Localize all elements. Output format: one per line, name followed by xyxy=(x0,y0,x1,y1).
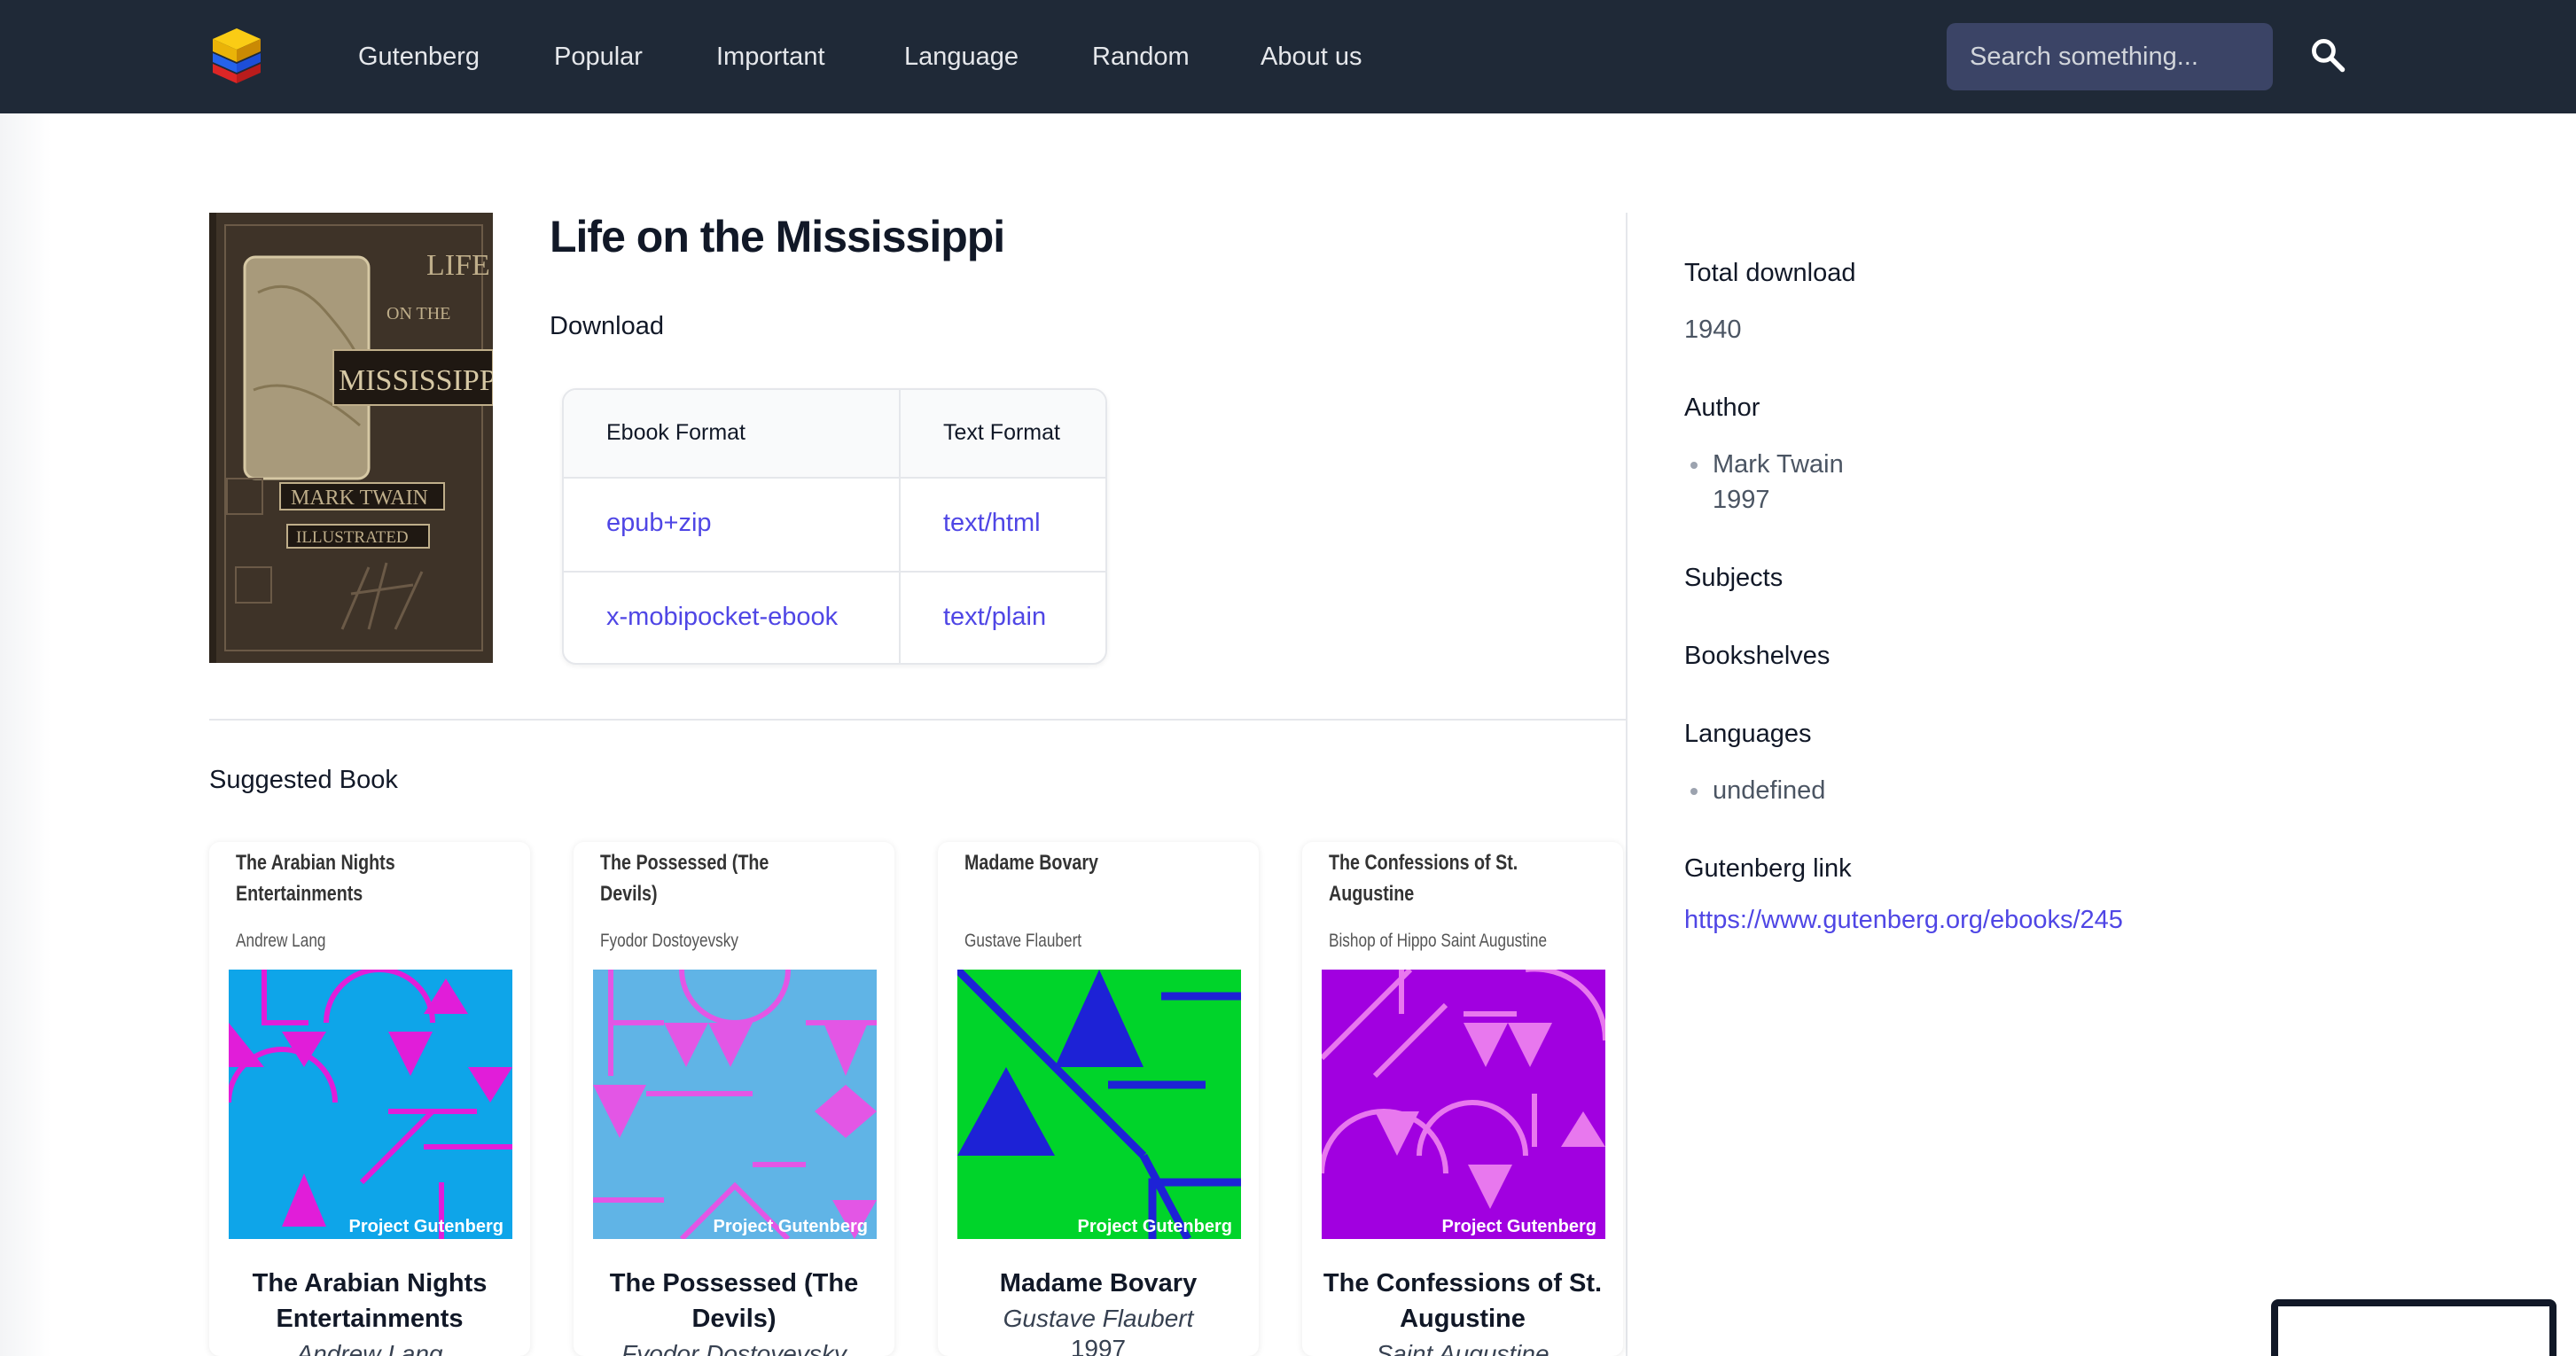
logo-icon[interactable] xyxy=(209,27,264,87)
bookshelves-label: Bookshelves xyxy=(1684,642,1831,670)
author-label: Author xyxy=(1684,394,1760,422)
cover-author: MARK TWAIN xyxy=(291,487,428,510)
card-author: Fyodor Dostoyevsky xyxy=(621,1340,847,1356)
table-column-divider xyxy=(899,390,901,663)
content-divider xyxy=(209,719,1626,721)
cover-tag: ILLUSTRATED xyxy=(296,528,409,547)
card-cover-title: The Possessed (The Devils) xyxy=(600,851,769,906)
suggested-book-card[interactable]: The Confessions of St. Augustine Bishop … xyxy=(1302,842,1623,1356)
card-cover-art: Project Gutenberg xyxy=(957,970,1241,1239)
cover-title-line2: ON THE xyxy=(386,304,450,323)
total-download-label: Total download xyxy=(1684,259,1856,287)
top-navbar: Gutenberg Popular Important Language Ran… xyxy=(0,0,2576,113)
card-title: Madame Bovary xyxy=(999,1269,1198,1298)
nav-important[interactable]: Important xyxy=(716,37,825,76)
card-author: Saint Augustine xyxy=(1376,1340,1550,1356)
card-publisher: Project Gutenberg xyxy=(714,1217,868,1236)
book-title: Life on the Mississippi xyxy=(550,212,1005,261)
card-title: The Confessions of St. Augustine xyxy=(1323,1269,1603,1333)
download-link-mobi[interactable]: x-mobipocket-ebook xyxy=(606,603,838,632)
card-publisher: Project Gutenberg xyxy=(1442,1217,1596,1236)
page-gutter xyxy=(0,113,51,1356)
card-year: 1997 xyxy=(1070,1335,1127,1356)
download-link-epub[interactable]: epub+zip xyxy=(606,509,712,538)
card-cover-author: Gustave Flaubert xyxy=(964,931,1082,951)
language-value: undefined xyxy=(1713,776,1826,805)
preview-thumbnail-screen xyxy=(2278,1306,2549,1356)
card-cover-title: The Confessions of St. Augustine xyxy=(1329,851,1518,906)
nav-popular[interactable]: Popular xyxy=(554,37,643,76)
sidebar-divider xyxy=(1626,213,1628,1356)
cover-title-line3: MISSISSIPPI xyxy=(339,364,493,397)
card-publisher: Project Gutenberg xyxy=(1078,1217,1232,1236)
search-icon[interactable] xyxy=(2308,35,2347,74)
nav-random[interactable]: Random xyxy=(1092,37,1190,76)
languages-label: Languages xyxy=(1684,720,1812,748)
subjects-label: Subjects xyxy=(1684,564,1784,592)
card-cover-title: Madame Bovary xyxy=(964,851,1098,875)
total-download-value: 1940 xyxy=(1684,316,1742,344)
suggested-book-card[interactable]: The Possessed (The Devils) Fyodor Dostoy… xyxy=(574,842,894,1356)
book-cover-image: LIFE ON THE MISSISSIPPI MARK TWAIN ILLUS… xyxy=(209,213,493,663)
list-bullet xyxy=(1690,788,1698,795)
card-cover-author: Fyodor Dostoyevsky xyxy=(600,931,738,951)
search-input[interactable] xyxy=(1947,23,2273,90)
header-text-format: Text Format xyxy=(943,420,1060,445)
card-author: Andrew Lang xyxy=(296,1340,443,1356)
suggested-book-card[interactable]: Madame Bovary Gustave Flaubert Project G… xyxy=(938,842,1259,1356)
nav-gutenberg[interactable]: Gutenberg xyxy=(358,37,480,76)
preview-thumbnail[interactable] xyxy=(2271,1299,2556,1356)
card-cover-art: Project Gutenberg xyxy=(593,970,877,1239)
cover-title-line1: LIFE xyxy=(426,249,490,282)
download-table: Ebook Format Text Format epub+zip text/h… xyxy=(562,388,1107,665)
suggested-book-card[interactable]: The Arabian Nights Entertainments Andrew… xyxy=(209,842,530,1356)
card-cover-author: Andrew Lang xyxy=(236,931,326,951)
card-title: The Arabian Nights Entertainments xyxy=(252,1269,488,1333)
list-bullet xyxy=(1690,462,1698,469)
card-cover-title: The Arabian Nights Entertainments xyxy=(236,851,395,906)
nav-language[interactable]: Language xyxy=(904,37,1019,76)
download-label: Download xyxy=(550,312,664,340)
suggested-book-heading: Suggested Book xyxy=(209,766,398,794)
download-link-html[interactable]: text/html xyxy=(943,509,1041,538)
card-publisher: Project Gutenberg xyxy=(349,1217,503,1236)
author-year: 1997 xyxy=(1713,486,1770,514)
author-name: Mark Twain xyxy=(1713,450,1844,479)
gutenberg-link[interactable]: https://www.gutenberg.org/ebooks/245 xyxy=(1684,906,2123,935)
header-ebook-format: Ebook Format xyxy=(606,420,746,445)
nav-about-us[interactable]: About us xyxy=(1261,37,1362,76)
card-cover-art: Project Gutenberg xyxy=(1322,970,1605,1239)
download-link-plain[interactable]: text/plain xyxy=(943,603,1046,632)
card-cover-art: Project Gutenberg xyxy=(229,970,512,1239)
table-row-divider xyxy=(564,571,1105,573)
gutenberg-link-label: Gutenberg link xyxy=(1684,854,1852,883)
card-title: The Possessed (The Devils) xyxy=(609,1269,859,1333)
card-cover-author: Bishop of Hippo Saint Augustine xyxy=(1329,931,1548,951)
